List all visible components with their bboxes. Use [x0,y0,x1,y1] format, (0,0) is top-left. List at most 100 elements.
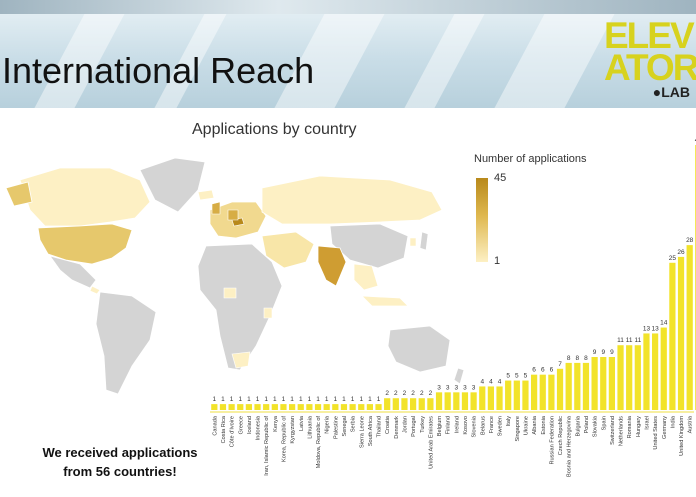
bar [306,404,313,410]
bar-data-label: 3 [463,384,467,391]
bar-category-label: Switzerland [610,416,616,445]
bar [574,362,581,410]
bar-data-label: 11 [617,337,624,344]
bar [470,392,477,410]
bar-category-label: Costa Rica [221,415,227,443]
bar [427,398,434,410]
bar-category-label: Sierra Leone [359,416,365,448]
bar [211,404,218,410]
bar-category-label: Czech Republic [558,416,564,455]
bar [531,374,538,410]
bar-category-label: Austria [688,415,694,433]
bar [410,398,417,410]
bar-data-label: 4 [489,378,493,385]
bar [686,245,693,410]
bar [669,262,676,410]
bar-category-label: Jordan [402,416,408,433]
bar-category-label: Nigeria [325,415,331,434]
bar [375,404,382,410]
bar-category-label: Belarus [480,416,486,435]
bar-data-label: 2 [403,390,407,397]
bar [435,392,443,410]
bar-category-label: Italy [506,416,512,426]
bar-baseline [210,411,694,413]
bar-data-label: 6 [550,367,554,374]
bar-data-label: 25 [669,255,677,262]
bar-data-label: 1 [213,396,217,403]
bar-data-label: 11 [634,337,641,344]
bar [384,398,391,410]
bar-data-label: 2 [420,390,424,397]
bar-category-label: Albania [532,415,538,435]
bar [323,404,330,410]
bar-category-label: Lithuania [307,415,313,439]
bar-data-label: 1 [368,396,372,403]
bar [461,392,469,410]
bar-category-label: Latvia [299,415,305,431]
bar-category-label: United States [653,416,659,450]
bar-category-label: Kenya [273,415,279,432]
bar [314,404,322,410]
bar [401,398,408,410]
footer-line-2: from 56 countries! [63,464,177,479]
bar-category-label: France [489,416,495,433]
bar-category-label: Korea, Republic of [281,416,287,462]
bar [418,398,425,410]
bar-data-label: 2 [385,390,389,397]
bar-category-label: Slovenia [472,415,478,437]
bar-data-label: 4 [498,378,502,385]
bar-category-label: Senegal [342,416,348,437]
bar [626,345,633,410]
bar [358,404,365,410]
bar [634,345,641,410]
bar [237,404,244,410]
bar-category-label: Moldova, Republic of [316,416,322,469]
bar [245,404,252,410]
bar-data-label: 1 [282,396,286,403]
bar-category-label: Iran, Islamic Republic of [264,416,270,476]
bar [556,368,564,410]
bar-category-label: Slovakia [593,415,599,437]
bar-data-label: 11 [626,337,633,344]
bar-category-label: Indonesia [256,415,262,440]
bar [340,404,348,410]
bar [366,404,373,410]
bar [565,362,572,410]
bar-category-label: Singapore [515,416,521,442]
bar [297,404,304,410]
bar-data-label: 1 [238,396,242,403]
bar-data-label: 1 [334,396,338,403]
bar [487,386,494,410]
bar-data-label: 6 [532,367,536,374]
bar-data-label: 1 [351,396,355,403]
bar-category-label: Portugal [411,416,417,437]
bar-data-label: 8 [576,355,580,362]
bar-category-label: Belgium [437,416,443,437]
bar-category-label: Hungary [636,416,642,437]
bar-category-label: Finland [446,416,452,434]
bar-data-label: 1 [221,396,225,403]
bar-category-label: Denmark [394,416,400,439]
bar-data-label: 9 [593,349,597,356]
bar-data-label: 9 [601,349,605,356]
bar-category-label: Iceland [247,416,253,434]
bar [349,404,356,410]
bar-data-label: 1 [230,396,234,403]
bar [582,362,590,410]
bar-data-label: 4 [480,378,484,385]
bar-data-label: 13 [643,325,651,332]
bar-category-label: South Africa [368,415,374,446]
bar [677,256,685,410]
bar-category-label: Thailand [377,416,383,437]
bar-data-label: 5 [515,373,519,380]
bar-category-label: Israel [644,416,650,430]
bar [280,404,287,410]
bar [453,392,460,410]
bar-category-label: Kosovo [463,416,469,435]
bar-data-label: 1 [273,396,277,403]
bar-category-label: Russian Federation [549,416,555,465]
bar-category-label: Turkey [420,416,426,433]
bar [479,386,486,410]
bar-data-label: 1 [290,396,294,403]
bar [444,392,451,410]
